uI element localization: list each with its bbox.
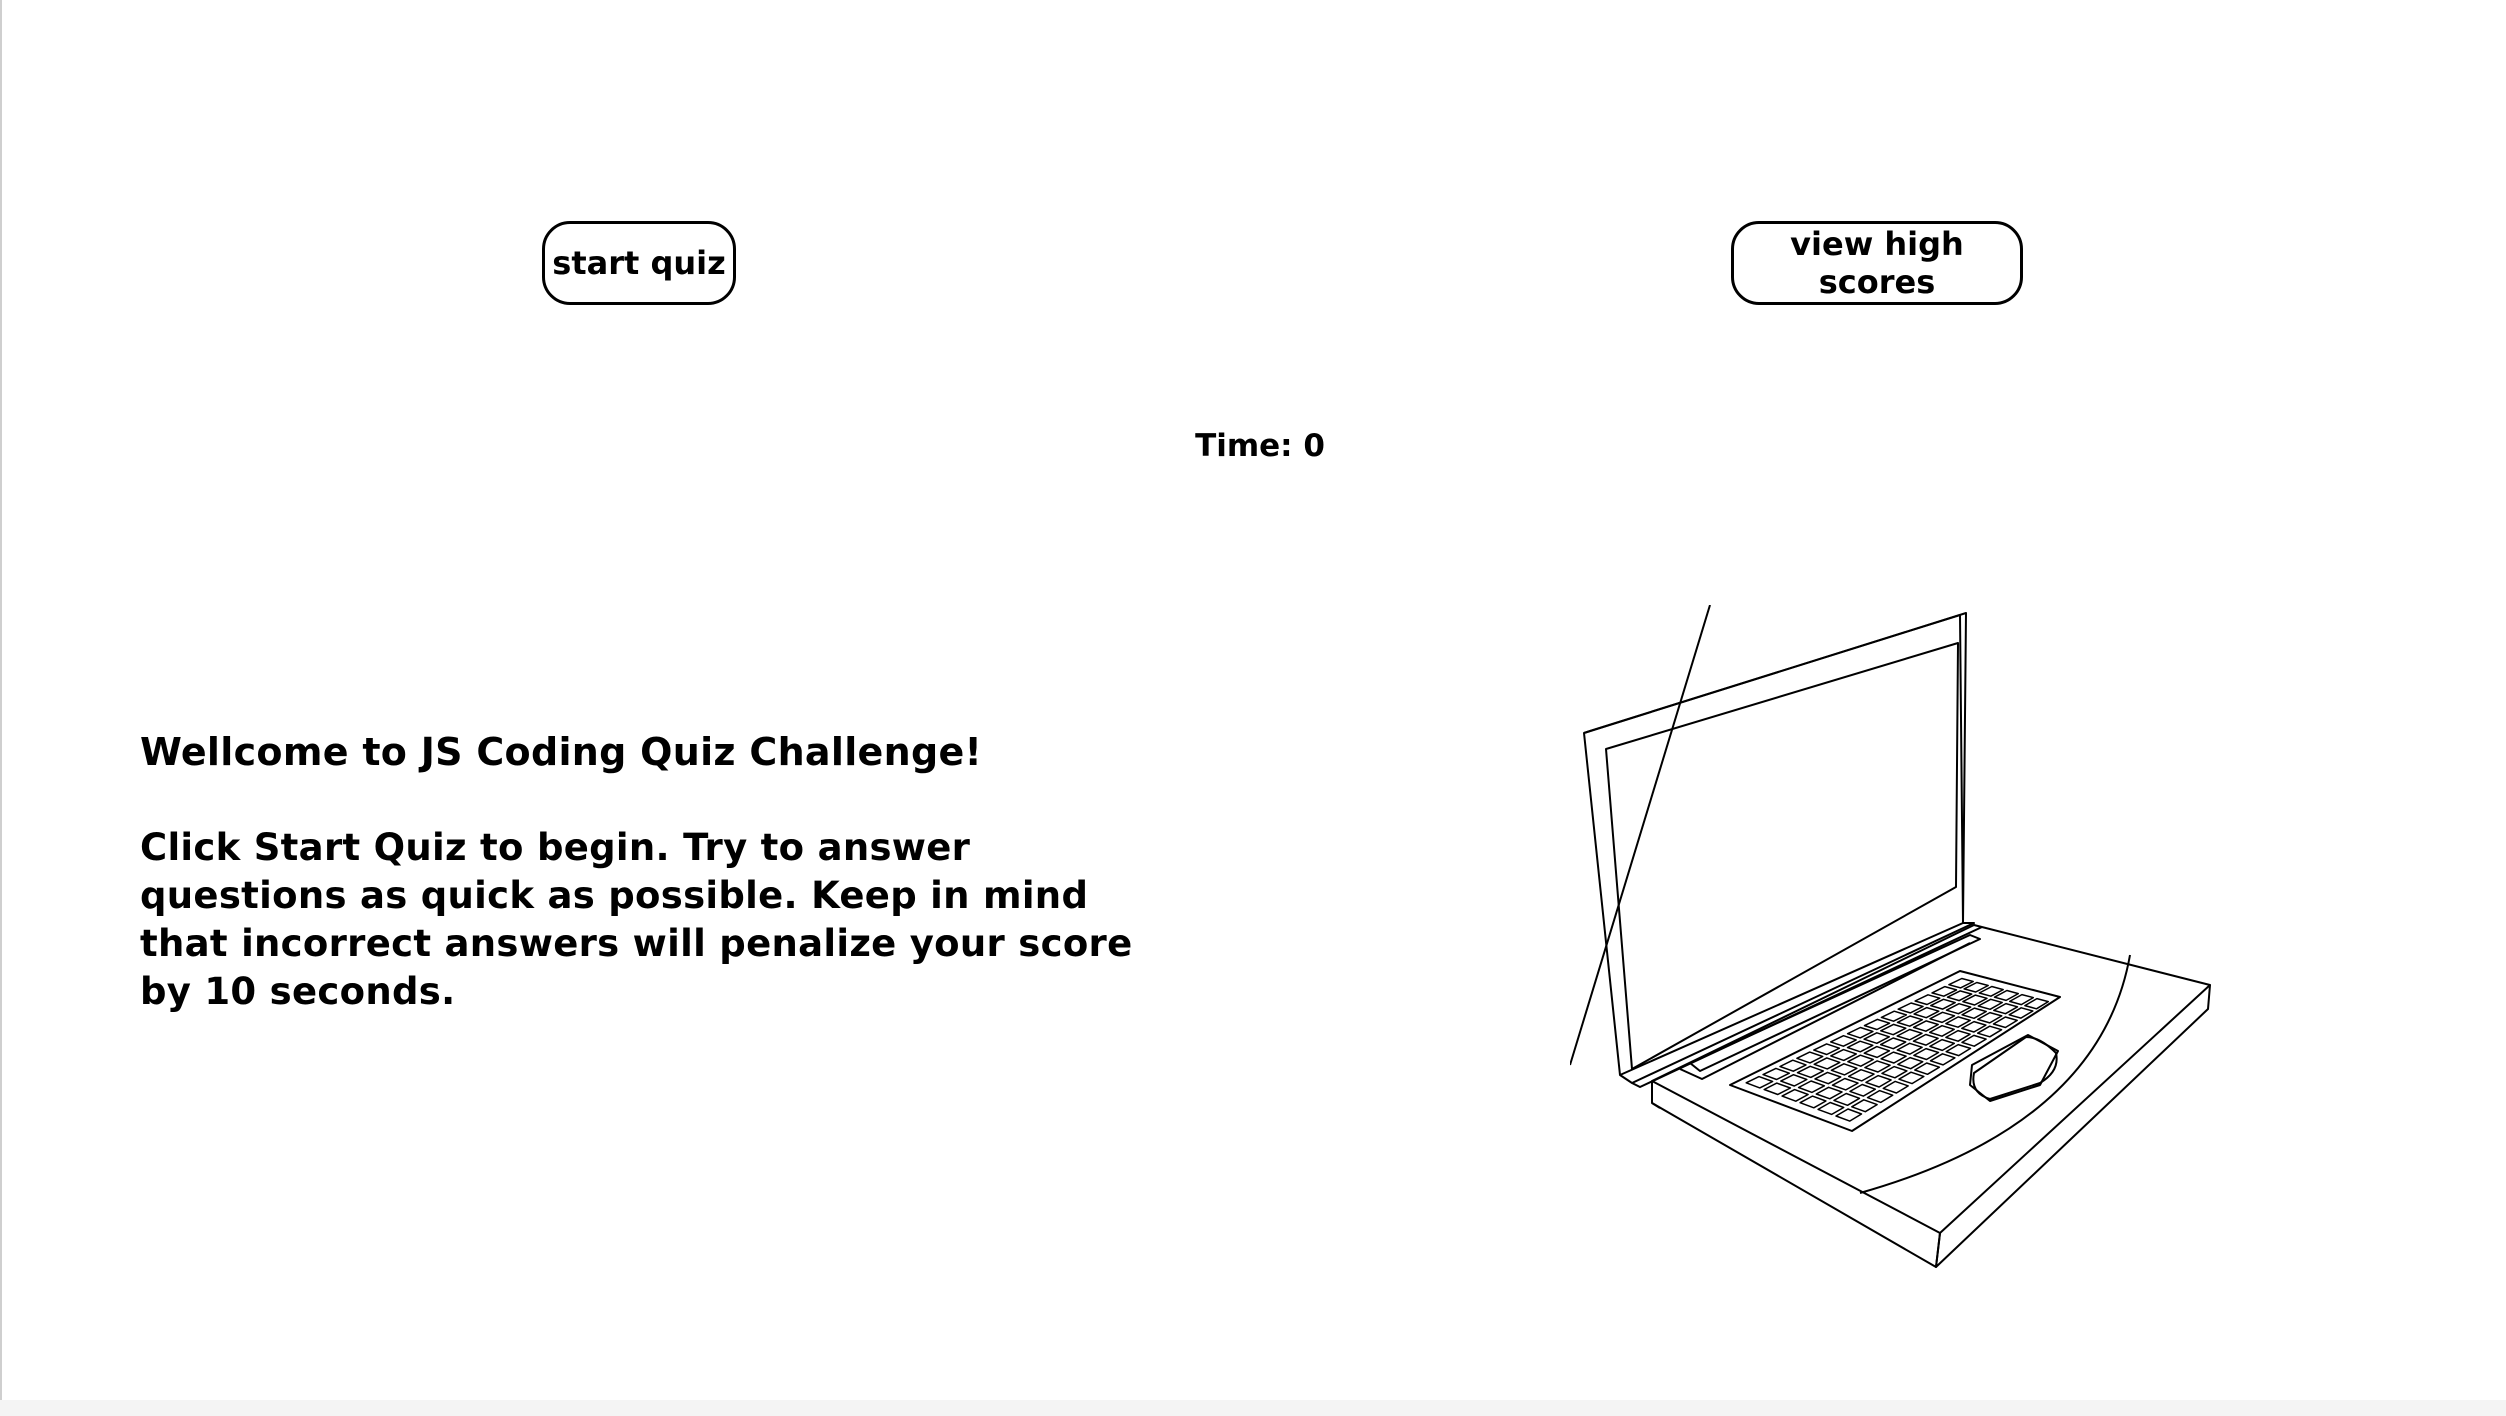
window-left-edge (0, 0, 2, 1416)
laptop-illustration-icon (1570, 605, 2211, 1268)
keyboard-key (1781, 1088, 1809, 1102)
quiz-page: start quiz view high scores Time: 0 Well… (0, 0, 2506, 1416)
keyboard-key (1851, 1099, 1878, 1113)
welcome-title: Wellcome to JS Coding Quiz Challenge! (140, 730, 983, 774)
start-quiz-button[interactable]: start quiz (542, 221, 736, 305)
keyboard-key (1780, 1073, 1808, 1087)
keyboard-key (1745, 1075, 1774, 1089)
keyboard-key (1835, 1108, 1863, 1122)
keyboard-key (1762, 1067, 1791, 1081)
keyboard-key (1763, 1082, 1792, 1096)
keyboard-key (1815, 1086, 1843, 1100)
window-bottom-strip (0, 1400, 2506, 1416)
instructions-text: Click Start Quiz to begin. Try to answer… (140, 826, 1133, 1013)
keyboard-key (1797, 1080, 1826, 1094)
timer-value: 0 (1303, 428, 1325, 464)
timer-label: Time: (1195, 428, 1293, 464)
timer: Time: 0 (1130, 428, 1390, 464)
keyboard-key (1817, 1101, 1845, 1116)
view-high-scores-button[interactable]: view high scores (1731, 221, 2023, 305)
keyboard-key (1799, 1095, 1827, 1109)
keyboard-key (1833, 1092, 1861, 1107)
